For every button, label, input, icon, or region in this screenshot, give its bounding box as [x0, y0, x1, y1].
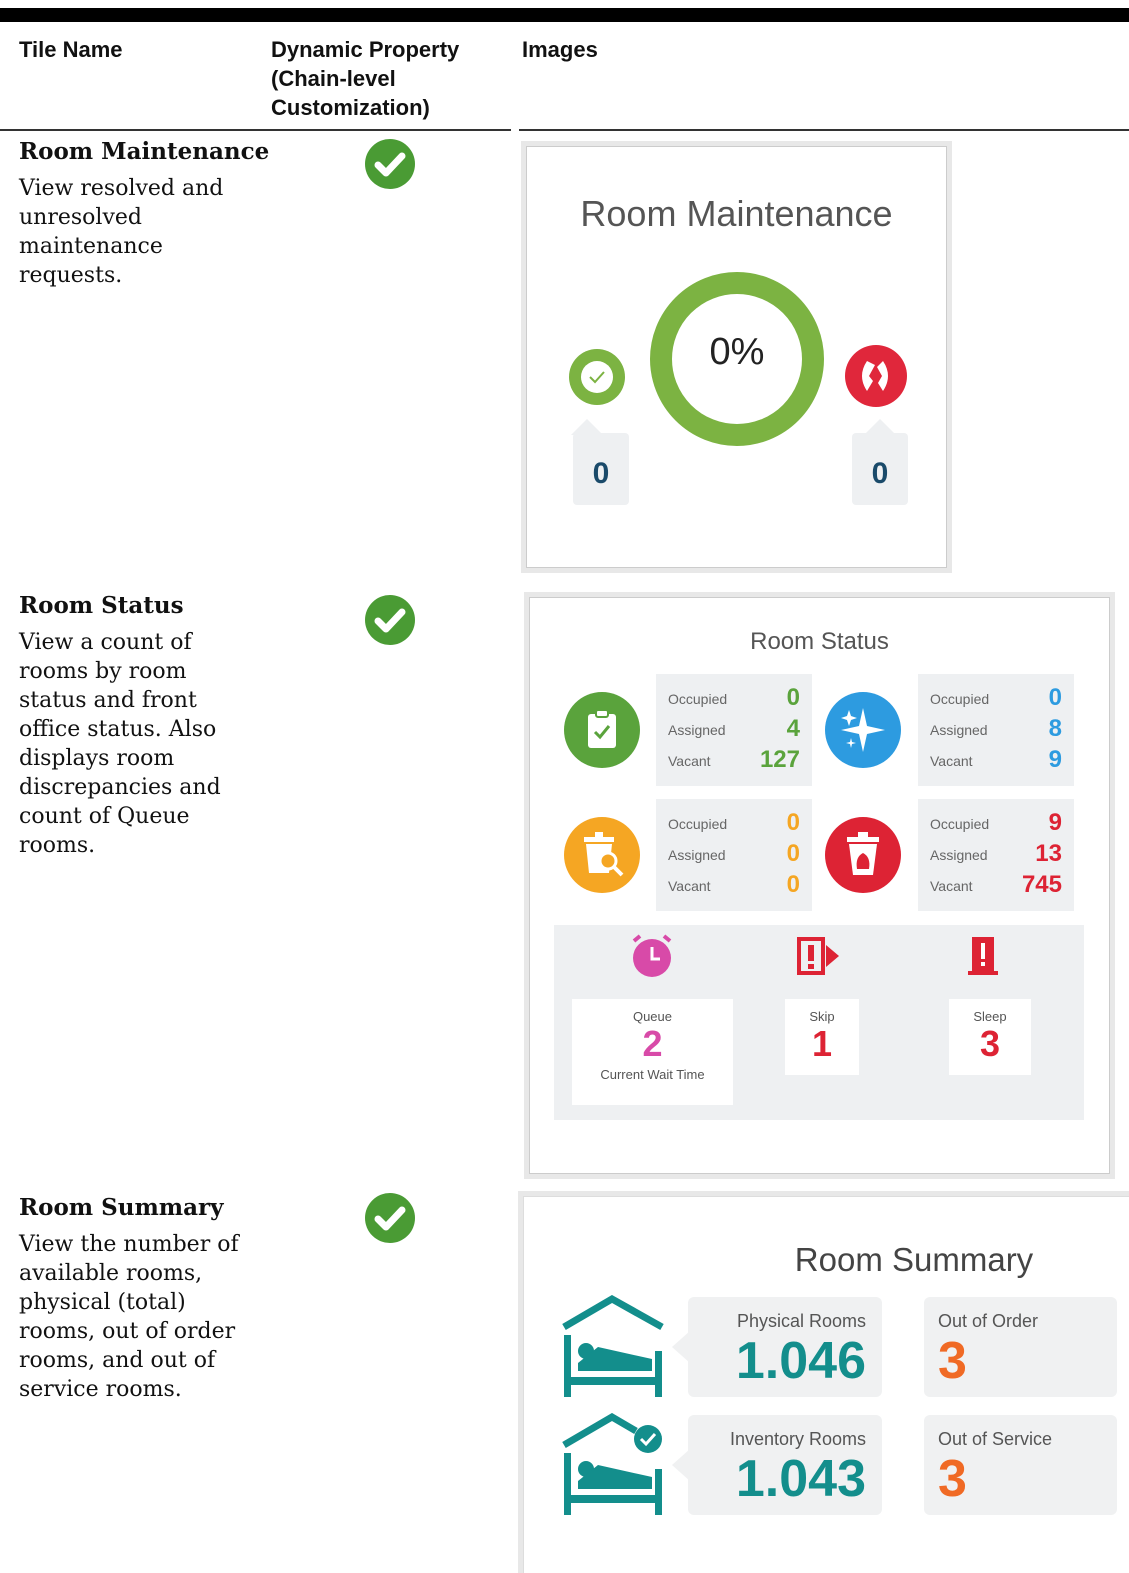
queue-area: Queue 2 Current Wait Time Skip 1 Sleep 3	[554, 925, 1084, 1120]
row-desc-room-status: View a count of rooms by room status and f…	[19, 630, 221, 858]
check-icon	[365, 1193, 415, 1243]
sleep-alert-icon	[968, 937, 998, 975]
resolved-count: 0	[592, 457, 610, 490]
status-panel-out-of-order: Occupied Assigned Vacant 9 13 745	[918, 799, 1074, 911]
unresolved-count-box: 0	[852, 433, 908, 505]
resolved-percent: 0%	[709, 331, 765, 373]
skip-door-icon	[797, 937, 839, 975]
trash-search-icon	[564, 817, 640, 893]
clipboard-check-icon	[564, 692, 640, 768]
room-summary-tile: Room Summary Physical Rooms 1.046 Out of…	[523, 1196, 1129, 1573]
resolved-check-icon	[569, 349, 625, 405]
sparkle-icon	[825, 692, 901, 768]
bed-house-icon	[562, 1295, 664, 1397]
row-desc-room-summary: View the number of available rooms, physic…	[19, 1232, 239, 1402]
bed-house-check-icon	[562, 1413, 662, 1515]
header-tile-name: Tile Name	[19, 37, 123, 62]
physical-rooms-box: Physical Rooms 1.046	[688, 1297, 882, 1397]
row-name-room-maintenance: Room Maintenance	[19, 138, 270, 165]
check-icon	[365, 595, 415, 645]
row-desc-room-maintenance: View resolved and unresolved maintenance re…	[19, 176, 224, 288]
inventory-rooms-box: Inventory Rooms 1.043	[688, 1415, 882, 1515]
row-name-room-status: Room Status	[19, 592, 184, 619]
room-maintenance-tile: Room Maintenance 0% 0 0	[526, 146, 947, 568]
out-of-service-box: Out of Service 3	[924, 1415, 1117, 1515]
skip-box: Skip 1	[785, 999, 859, 1075]
header-rule	[0, 129, 1129, 131]
resolved-count-box: 0	[573, 433, 629, 505]
room-status-tile: Room Status Occupied Assigned Vacant 0 4…	[529, 597, 1110, 1174]
out-of-order-box: Out of Order 3	[924, 1297, 1117, 1397]
check-icon	[365, 139, 415, 189]
unresolved-count: 0	[871, 457, 889, 490]
status-panel-clean: Occupied Assigned Vacant 0 4 127	[656, 674, 812, 786]
tile-title: Room Maintenance	[580, 193, 893, 234]
header-dynamic-property: Dynamic Property (Chain-level Customizat…	[271, 37, 460, 120]
tile-title: Room Summary	[794, 1241, 1034, 1278]
queue-box: Queue 2 Current Wait Time	[572, 999, 733, 1105]
status-panel-inspected: Occupied Assigned Vacant 0 8 9	[918, 674, 1074, 786]
alarm-clock-icon	[632, 934, 672, 977]
row-name-room-summary: Room Summary	[19, 1194, 224, 1221]
table-top-rule	[0, 8, 1129, 22]
broken-wrench-icon	[845, 345, 907, 407]
tile-title: Room Status	[750, 628, 889, 655]
header-images: Images	[522, 37, 598, 62]
trash-bag-icon	[825, 817, 901, 893]
sleep-box: Sleep 3	[949, 999, 1031, 1075]
status-panel-dirty: Occupied Assigned Vacant 0 0 0	[656, 799, 812, 911]
